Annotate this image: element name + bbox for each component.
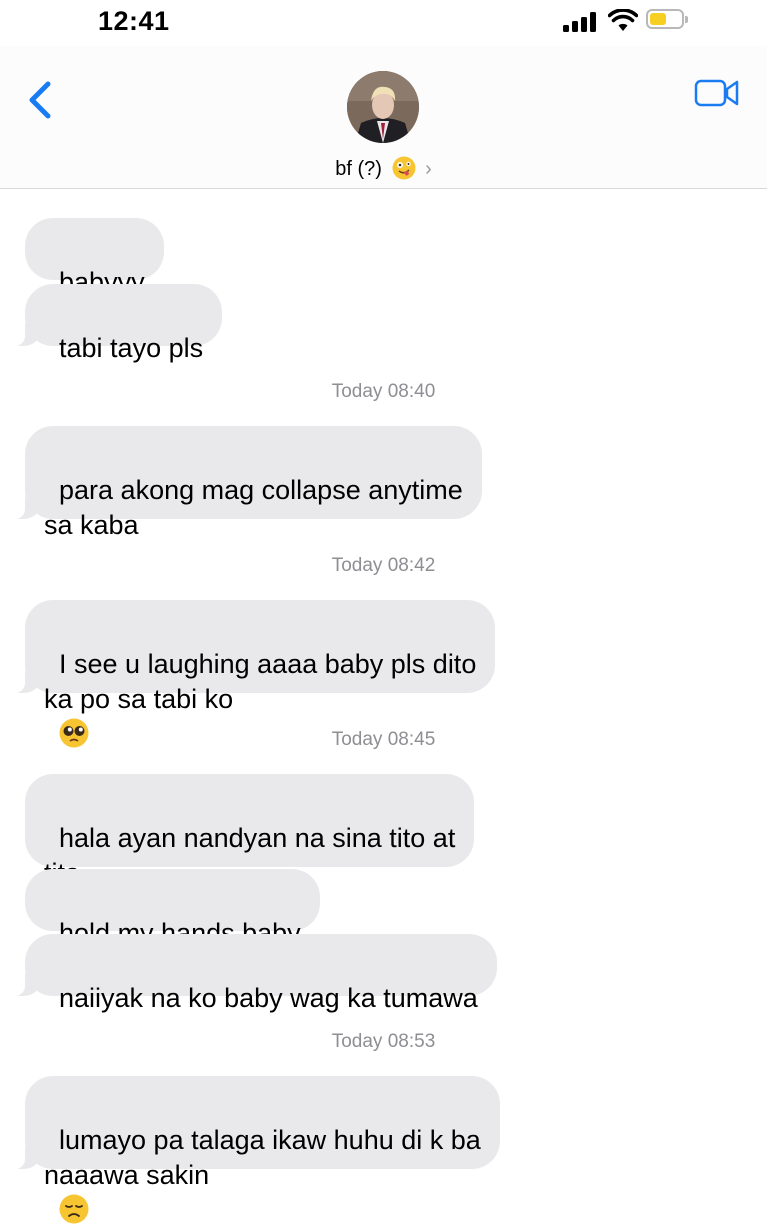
cellular-signal-icon xyxy=(563,12,599,32)
message-bubble[interactable]: hala ayan nandyan na sina tito at tita xyxy=(25,774,475,888)
message-text: I see u laughing aaaa baby pls dito ka p… xyxy=(44,649,477,714)
chevron-right-icon: › xyxy=(425,158,432,180)
timestamp: Today 08:45 xyxy=(0,729,767,751)
wifi-icon xyxy=(608,9,638,31)
timestamp-time: 08:42 xyxy=(387,555,436,576)
message-bubble[interactable]: I see u laughing aaaa baby pls dito ka p… xyxy=(12,600,496,748)
message-text: tabi tayo pls xyxy=(59,333,204,363)
status-bar: 12:41 xyxy=(0,0,767,46)
timestamp-day: Today xyxy=(331,555,383,576)
conversation-header: bf (?) › xyxy=(0,46,767,189)
timestamp-time: 08:53 xyxy=(387,1031,436,1052)
chevron-left-icon[interactable] xyxy=(22,76,58,124)
timestamp-day: Today xyxy=(331,381,383,402)
battery-icon xyxy=(646,9,688,31)
status-time: 12:41 xyxy=(98,6,170,36)
contact-name-row[interactable]: bf (?) › xyxy=(0,156,767,181)
timestamp-time: 08:45 xyxy=(387,729,436,750)
timestamp-day: Today xyxy=(331,729,383,750)
message-bubble[interactable]: tabi tayo pls xyxy=(12,284,223,363)
message-bubble[interactable]: naiiyak na ko baby wag ka tumawa xyxy=(13,934,497,1013)
message-bubble[interactable]: hold my hands baby xyxy=(25,869,320,948)
disappointed-face-emoji xyxy=(59,1194,89,1224)
message-bubble[interactable]: para akong mag collapse anytime sa kaba xyxy=(13,426,482,540)
timestamp-time: 08:40 xyxy=(387,381,436,402)
timestamp: Today 08:40 xyxy=(0,381,767,403)
contact-name: bf (?) xyxy=(335,158,382,180)
timestamp: Today 08:53 xyxy=(0,1031,767,1053)
message-bubble[interactable]: babyyy xyxy=(25,218,164,297)
timestamp-day: Today xyxy=(331,1031,383,1052)
video-camera-icon[interactable] xyxy=(694,78,740,108)
avatar[interactable] xyxy=(347,71,419,143)
message-text: lumayo pa talaga ikaw huhu di k ba naaaw… xyxy=(44,1125,481,1190)
message-bubble[interactable]: lumayo pa talaga ikaw huhu di k ba naaaw… xyxy=(13,1076,500,1224)
zany-face-emoji xyxy=(392,156,415,180)
message-text: naiiyak na ko baby wag ka tumawa xyxy=(59,983,478,1013)
message-text: para akong mag collapse anytime sa kaba xyxy=(44,475,463,540)
timestamp: Today 08:42 xyxy=(0,555,767,577)
